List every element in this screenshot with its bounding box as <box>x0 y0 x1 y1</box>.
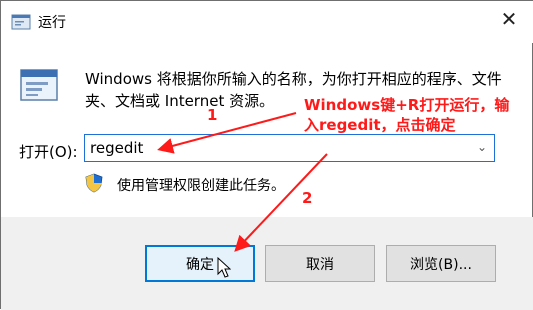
open-label: 打开(O): <box>19 143 78 161</box>
annotation-instruction: Windows键+R打开运行，输入regedit，点击确定 <box>304 96 510 134</box>
cancel-button[interactable]: 取消 <box>265 245 375 282</box>
shield-icon <box>85 173 103 193</box>
annotation-step-1: 1 <box>207 106 218 124</box>
annotation-step-2: 2 <box>302 189 313 207</box>
close-button[interactable]: ✕ <box>492 5 526 33</box>
open-input[interactable]: regedit <box>90 139 143 157</box>
window-title: 运行 <box>38 15 66 31</box>
open-combobox[interactable]: regedit ⌄ <box>84 134 495 162</box>
run-icon <box>11 14 31 30</box>
close-icon: ✕ <box>500 7 518 31</box>
admin-privilege-text: 使用管理权限创建此任务。 <box>117 178 285 194</box>
mouse-cursor-icon <box>217 257 231 278</box>
title-bar: 运行 ✕ <box>1 1 533 43</box>
run-app-icon <box>20 69 58 101</box>
ok-button[interactable]: 确定 <box>145 245 255 282</box>
browse-button[interactable]: 浏览(B)... <box>386 245 496 282</box>
run-dialog: 运行 ✕ Windows 将根据你所输入的名称，为你打开相应的程序、文件夹、文档… <box>0 0 533 310</box>
chevron-down-icon[interactable]: ⌄ <box>477 140 487 154</box>
